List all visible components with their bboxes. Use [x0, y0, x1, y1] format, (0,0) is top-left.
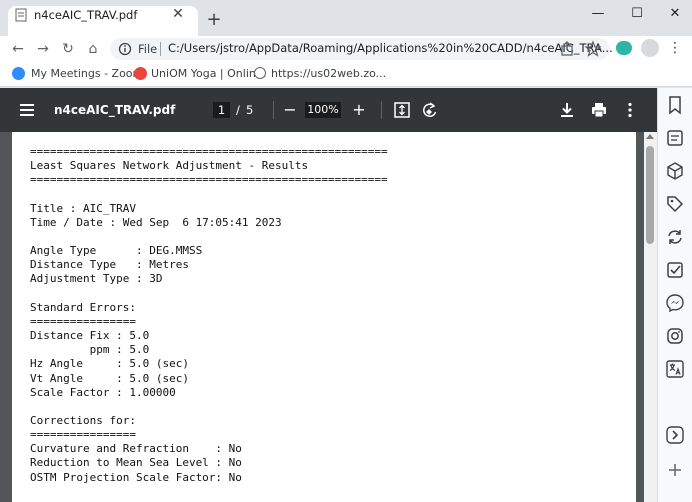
- zoom-level-input[interactable]: 100%: [305, 102, 341, 118]
- print-icon[interactable]: [589, 100, 609, 120]
- more-options-icon[interactable]: [620, 100, 640, 120]
- reload-button[interactable]: ↻: [58, 39, 78, 59]
- fit-page-icon[interactable]: [392, 100, 412, 120]
- window-close-button[interactable]: ✕: [662, 4, 688, 24]
- tab-close-icon[interactable]: ✕: [170, 6, 186, 22]
- toolbar-divider: [273, 101, 274, 119]
- extension-icon[interactable]: [616, 41, 632, 55]
- zoom-in-button[interactable]: +: [351, 100, 367, 120]
- translate-icon[interactable]: [665, 359, 685, 379]
- star-icon[interactable]: [584, 40, 602, 58]
- bookmark-icon[interactable]: [665, 95, 685, 115]
- sync-icon[interactable]: [665, 227, 685, 247]
- instagram-icon[interactable]: [665, 326, 685, 346]
- scroll-up-arrow[interactable]: [646, 134, 654, 139]
- yoga-icon: [134, 67, 147, 80]
- zoom-out-button[interactable]: −: [282, 100, 298, 120]
- download-icon[interactable]: [557, 100, 577, 120]
- zoom-icon: [12, 67, 25, 80]
- browser-menu-icon[interactable]: ⋮: [667, 39, 683, 57]
- bookmark-zoom-meetings[interactable]: My Meetings - Zoom: [31, 67, 143, 80]
- rotate-icon[interactable]: [420, 100, 440, 120]
- pdf-file-icon: [15, 8, 27, 22]
- reader-icon[interactable]: [665, 425, 685, 445]
- bookmark-uniom-yoga[interactable]: UniOM Yoga | Onlin...: [151, 67, 266, 80]
- file-scheme-label: File: [138, 42, 158, 56]
- page-number-input[interactable]: 1: [213, 102, 230, 118]
- add-icon[interactable]: [665, 460, 685, 480]
- toolbar-divider: [381, 101, 382, 119]
- notes-icon[interactable]: [665, 128, 685, 148]
- url-separator: [160, 42, 161, 56]
- scrollbar-thumb[interactable]: [646, 146, 654, 244]
- tasks-icon[interactable]: [665, 260, 685, 280]
- maximize-button[interactable]: ☐: [624, 4, 650, 24]
- cube-icon[interactable]: [665, 161, 685, 181]
- tag-icon[interactable]: [665, 194, 685, 214]
- tab-title: n4ceAIC_TRAV.pdf: [34, 8, 138, 22]
- globe-icon: [254, 67, 266, 79]
- profile-avatar[interactable]: [641, 39, 659, 57]
- new-tab-button[interactable]: +: [204, 10, 224, 30]
- back-button[interactable]: ←: [8, 39, 28, 59]
- share-icon[interactable]: [558, 40, 576, 58]
- document-text: ========================================…: [30, 145, 388, 484]
- page-separator: /: [236, 103, 240, 117]
- page-total: 5: [246, 103, 254, 117]
- info-icon[interactable]: [118, 42, 132, 56]
- home-button[interactable]: ⌂: [83, 39, 103, 59]
- messenger-icon[interactable]: [665, 293, 685, 313]
- menu-icon[interactable]: [20, 104, 34, 116]
- url-text[interactable]: C:/Users/jstro/AppData/Roaming/Applicati…: [168, 41, 613, 55]
- bookmark-us02web-zoom[interactable]: https://us02web.zo...: [271, 67, 386, 80]
- forward-button[interactable]: →: [33, 39, 53, 59]
- minimize-button[interactable]: —: [585, 4, 611, 24]
- pdf-title: n4ceAIC_TRAV.pdf: [54, 103, 176, 117]
